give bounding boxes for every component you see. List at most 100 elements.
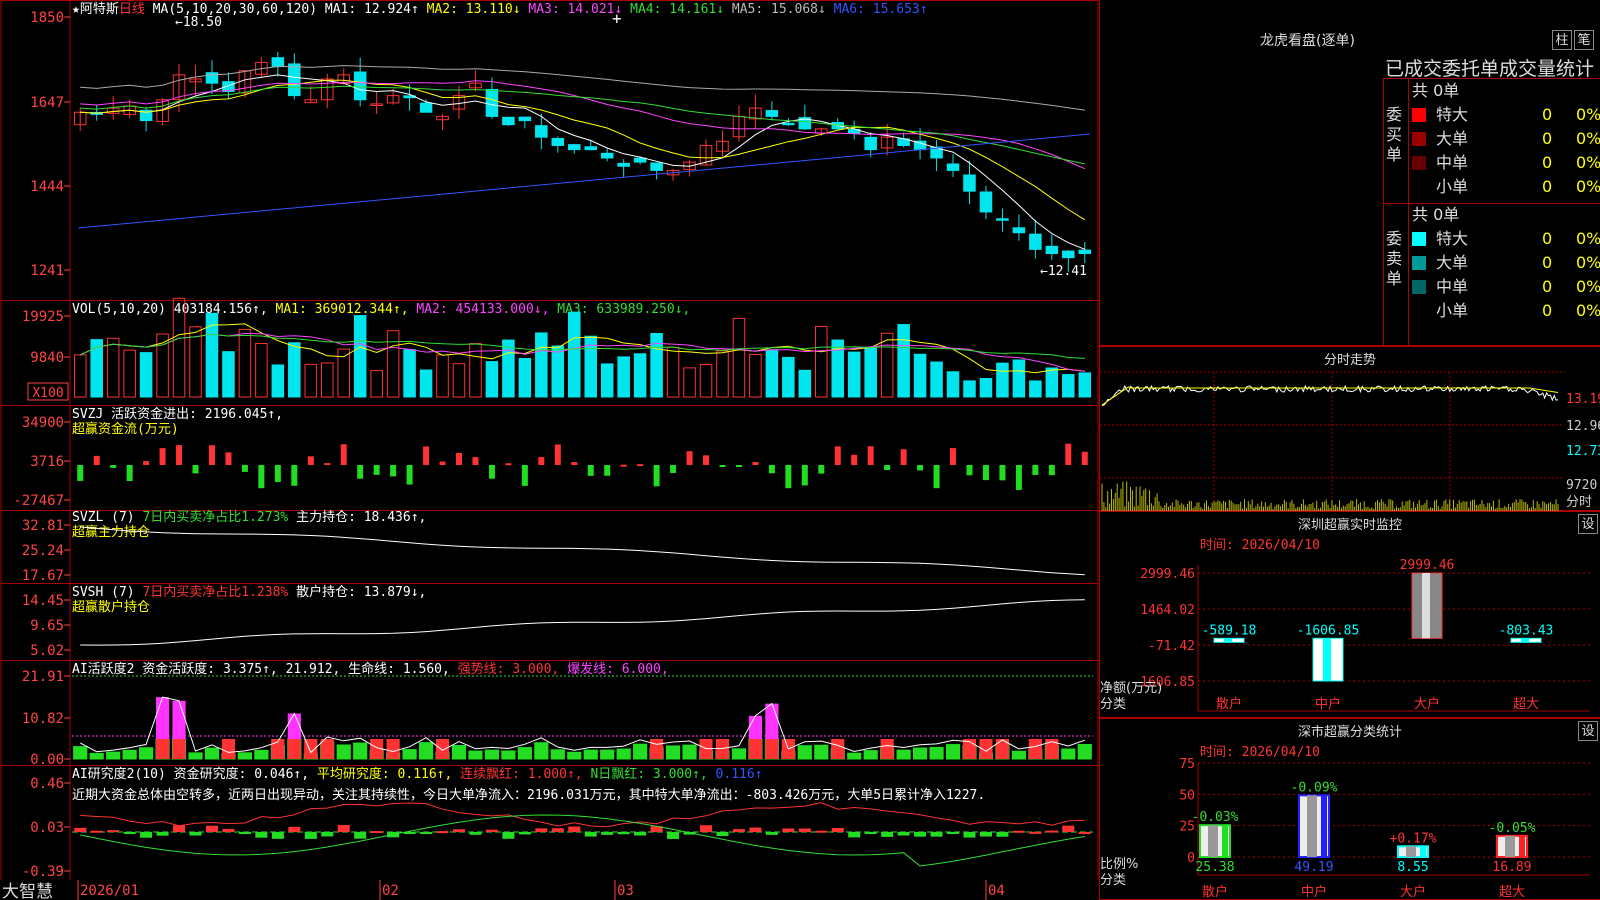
ai-research-legend: AI研究度2(10) 资金研究度: 0.046↑, 平均研究度: 0.116↑,… (72, 766, 763, 782)
volume-multiplier: X100 (32, 386, 63, 401)
activity-magenta-bar (748, 715, 762, 739)
lhb-panel: 龙虎看盘(逐单) 柱 笔 已成交委托单成交量统计 委买单 委卖单 共 0单 特大 0… (1099, 0, 1600, 347)
monitor-title: 深圳超赢实时监控 (1297, 518, 1402, 533)
fund-flow-bar (752, 461, 759, 465)
research-bar (222, 828, 235, 832)
fund-flow-bar (258, 465, 265, 489)
order-count: 共 0单 (1412, 205, 1460, 224)
fund-flow-bar (521, 465, 528, 486)
lhb-tabs[interactable]: 已成交委托单成交量统计 (1385, 54, 1594, 81)
activity-bar (797, 745, 812, 760)
fund-flow-bar (274, 465, 281, 482)
candle (551, 138, 565, 146)
research-bar (700, 825, 713, 832)
order-type-label: 中单 (1436, 277, 1469, 296)
fund-flow-bar (241, 465, 248, 472)
research-bar (963, 832, 976, 838)
candle (617, 162, 630, 167)
class-settings-button[interactable]: 设 (1578, 721, 1598, 741)
fund-flow-bar (406, 465, 413, 485)
activity-bar (89, 752, 104, 760)
research-bar (667, 832, 680, 839)
volume-pane-legend: VOL(5,10,20) 403184.156↑, MA1: 369012.34… (72, 302, 690, 317)
research-bar (568, 826, 581, 832)
candle (353, 71, 367, 101)
ai-research-pane (0, 765, 1099, 881)
ai-research-axis-tick: -0.39 (22, 864, 64, 880)
tick-view-button[interactable]: 笔 (1574, 30, 1594, 50)
candle (946, 163, 960, 171)
fund-flow-bar (686, 451, 693, 465)
activity-bar (600, 749, 615, 760)
activity-bar (353, 742, 368, 760)
fund-flow-bar (834, 446, 841, 465)
activity-red-bar (650, 739, 664, 759)
research-bar (452, 829, 465, 832)
intraday-title: 分时走势 (1323, 353, 1376, 368)
research-bar (831, 827, 844, 832)
fund-flow-bar (176, 445, 183, 465)
order-value: 0 (1542, 129, 1553, 148)
fund-flow-bar (110, 465, 117, 468)
volume-bar (222, 351, 235, 398)
volume-bar (255, 342, 268, 398)
activity-bar (913, 747, 928, 760)
activity-bar (665, 745, 681, 760)
candle (633, 157, 647, 163)
research-red-line (80, 802, 1085, 828)
volume-bar (403, 349, 416, 398)
fund-flow-bar (208, 445, 215, 465)
fund-flow-bar (637, 464, 644, 467)
research-bar (601, 832, 614, 835)
volume-bar (1062, 374, 1075, 398)
monitor-panel: 深圳超赢实时监控 设 (1099, 511, 1600, 718)
intraday-panel[interactable]: 分时走势 (1099, 346, 1600, 511)
activity-red-bar (748, 739, 762, 759)
research-bar (848, 832, 861, 838)
research-bar (370, 831, 383, 834)
volume-bar (452, 363, 466, 398)
legend-swatch (1412, 108, 1426, 122)
research-bar (502, 832, 515, 839)
activity-magenta-bar (765, 703, 779, 739)
column-view-button[interactable]: 柱 (1552, 30, 1572, 50)
candle (485, 88, 499, 117)
price-axis-tick: 1444 (30, 179, 64, 195)
fund-flow-bar (999, 465, 1006, 481)
research-green-line (80, 814, 1085, 867)
lhb-title: 龙虎看盘(逐单) (1260, 33, 1355, 49)
research-bar (617, 832, 630, 835)
activity-red-bar (287, 739, 301, 759)
research-bar (354, 832, 367, 839)
research-bar (634, 832, 647, 836)
ai-activity-axis-tick: 21.91 (22, 669, 64, 685)
volume-bar (847, 351, 861, 398)
candle (1012, 227, 1026, 234)
activity-bar (814, 744, 829, 760)
activity-bar (616, 748, 631, 760)
fund-flow-bar (950, 448, 957, 465)
price-axis-tick: 1850 (30, 10, 64, 26)
fund-flow-bar (143, 461, 150, 465)
order-type-label: 大单 (1436, 253, 1469, 272)
candle (535, 125, 548, 138)
research-bar (205, 825, 218, 832)
buy-label: 委买单 (1386, 105, 1403, 164)
activity-bar (106, 751, 121, 760)
volume-bar (502, 339, 515, 398)
activity-bar (402, 749, 417, 760)
volume-bar (683, 367, 696, 398)
fund-flow-bar (472, 457, 479, 465)
volume-bar (782, 356, 795, 398)
candle (765, 110, 779, 117)
crosshair-cursor: + (612, 9, 622, 28)
research-bar (337, 825, 350, 832)
volume-bar (436, 354, 449, 398)
monitor-settings-button[interactable]: 设 (1578, 514, 1598, 534)
activity-magenta-bar (155, 697, 170, 739)
volume-bar (600, 363, 614, 398)
legend-swatch (1412, 132, 1426, 146)
volume-bar (535, 332, 548, 398)
volume-bar (864, 347, 877, 398)
volume-bar (238, 328, 252, 398)
